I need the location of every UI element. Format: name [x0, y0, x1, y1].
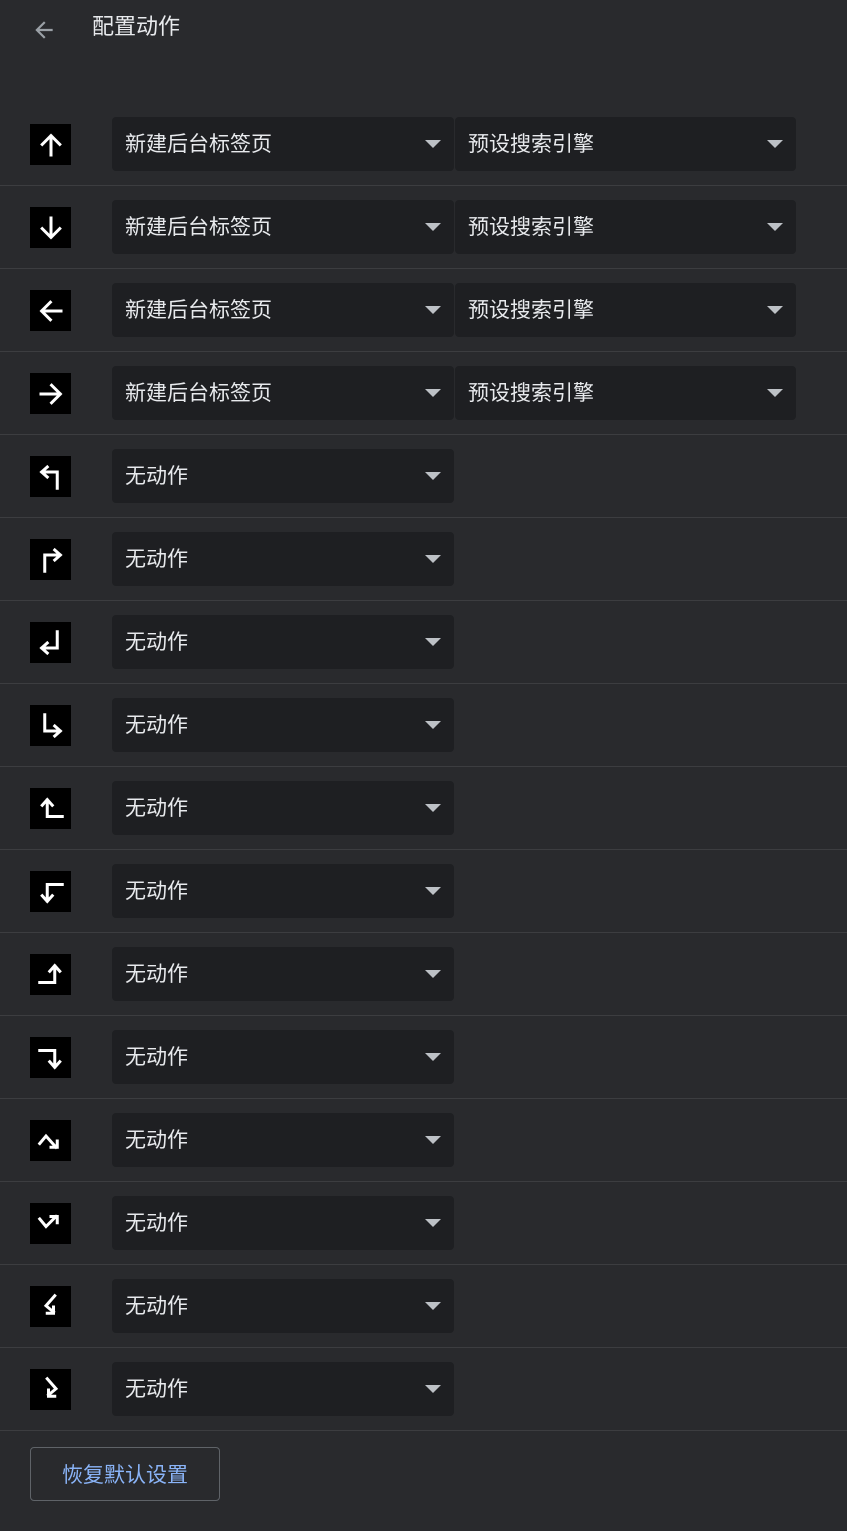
gesture-left-up-icon: [30, 788, 71, 829]
back-button[interactable]: [26, 12, 62, 48]
action-select-value: 无动作: [125, 1045, 188, 1069]
gesture-up-left-icon: [30, 456, 71, 497]
action-select-value: 无动作: [125, 630, 188, 654]
gesture-row: 无动作: [0, 767, 847, 850]
caret-down-icon: [425, 472, 441, 480]
gesture-right-up-icon: [30, 954, 71, 995]
action-select[interactable]: 新建后台标签页: [112, 200, 454, 254]
action-select-value: 无动作: [125, 1377, 188, 1401]
caret-down-icon: [767, 306, 783, 314]
action-select[interactable]: 无动作: [112, 1030, 454, 1084]
action-select[interactable]: 无动作: [112, 532, 454, 586]
page-title: 配置动作: [92, 15, 181, 40]
gesture-row: 无动作: [0, 1265, 847, 1348]
caret-down-icon: [425, 638, 441, 646]
action-select[interactable]: 新建后台标签页: [112, 366, 454, 420]
gesture-down-left-icon: [30, 622, 71, 663]
action-select-value: 新建后台标签页: [125, 132, 272, 156]
caret-down-icon: [425, 1219, 441, 1227]
caret-down-icon: [767, 223, 783, 231]
action-select-value: 无动作: [125, 1211, 188, 1235]
action-select-value: 无动作: [125, 1128, 188, 1152]
caret-down-icon: [425, 970, 441, 978]
caret-down-icon: [767, 389, 783, 397]
option-select[interactable]: 预设搜索引擎: [455, 366, 796, 420]
gesture-up-down-right-icon: [30, 1120, 71, 1161]
gesture-right-zigzag-icon: [30, 1369, 71, 1410]
option-select-value: 预设搜索引擎: [468, 132, 594, 156]
gesture-row: 无动作: [0, 1348, 847, 1431]
option-select-value: 预设搜索引擎: [468, 298, 594, 322]
action-select-value: 无动作: [125, 464, 188, 488]
gesture-row: 无动作: [0, 933, 847, 1016]
caret-down-icon: [767, 140, 783, 148]
option-select-value: 预设搜索引擎: [468, 215, 594, 239]
gesture-row: 新建后台标签页 预设搜索引擎: [0, 269, 847, 352]
gesture-row: 无动作: [0, 684, 847, 767]
gesture-down-icon: [30, 207, 71, 248]
caret-down-icon: [425, 140, 441, 148]
caret-down-icon: [425, 555, 441, 563]
action-select-value: 无动作: [125, 796, 188, 820]
gesture-row: 新建后台标签页 预设搜索引擎: [0, 352, 847, 435]
action-select[interactable]: 无动作: [112, 781, 454, 835]
gesture-up-icon: [30, 124, 71, 165]
gesture-row: 无动作: [0, 601, 847, 684]
action-select[interactable]: 无动作: [112, 1113, 454, 1167]
gesture-right-icon: [30, 373, 71, 414]
gesture-down-right-icon: [30, 705, 71, 746]
gesture-row: 无动作: [0, 435, 847, 518]
gesture-row: 无动作: [0, 1016, 847, 1099]
gesture-row: 新建后台标签页 预设搜索引擎: [0, 103, 847, 186]
gesture-row: 无动作: [0, 518, 847, 601]
gesture-left-zigzag-icon: [30, 1286, 71, 1327]
caret-down-icon: [425, 804, 441, 812]
caret-down-icon: [425, 1385, 441, 1393]
gesture-row: 无动作: [0, 1099, 847, 1182]
gesture-list: 新建后台标签页 预设搜索引擎 新建后台标签页 预设搜索引擎 新建后台标签页 预设…: [0, 103, 847, 1431]
caret-down-icon: [425, 223, 441, 231]
action-select-value: 无动作: [125, 1294, 188, 1318]
header: 配置动作: [0, 0, 847, 58]
action-select[interactable]: 无动作: [112, 698, 454, 752]
action-select-value: 新建后台标签页: [125, 298, 272, 322]
option-select[interactable]: 预设搜索引擎: [455, 283, 796, 337]
action-select[interactable]: 新建后台标签页: [112, 117, 454, 171]
gesture-right-down-icon: [30, 1037, 71, 1078]
gesture-down-up-right-icon: [30, 1203, 71, 1244]
gesture-left-icon: [30, 290, 71, 331]
action-select-value: 无动作: [125, 879, 188, 903]
caret-down-icon: [425, 389, 441, 397]
gesture-row: 无动作: [0, 1182, 847, 1265]
action-select[interactable]: 无动作: [112, 1279, 454, 1333]
gesture-row: 新建后台标签页 预设搜索引擎: [0, 186, 847, 269]
action-select[interactable]: 无动作: [112, 1196, 454, 1250]
arrow-left-icon: [35, 21, 53, 39]
caret-down-icon: [425, 1136, 441, 1144]
option-select-value: 预设搜索引擎: [468, 381, 594, 405]
option-select[interactable]: 预设搜索引擎: [455, 200, 796, 254]
action-select[interactable]: 无动作: [112, 1362, 454, 1416]
caret-down-icon: [425, 721, 441, 729]
action-select[interactable]: 新建后台标签页: [112, 283, 454, 337]
action-select-value: 新建后台标签页: [125, 215, 272, 239]
action-select[interactable]: 无动作: [112, 449, 454, 503]
action-select-value: 无动作: [125, 547, 188, 571]
gesture-row: 无动作: [0, 850, 847, 933]
action-select[interactable]: 无动作: [112, 615, 454, 669]
action-select-value: 无动作: [125, 713, 188, 737]
action-select[interactable]: 无动作: [112, 947, 454, 1001]
option-select[interactable]: 预设搜索引擎: [455, 117, 796, 171]
action-select-value: 无动作: [125, 962, 188, 986]
caret-down-icon: [425, 1053, 441, 1061]
caret-down-icon: [425, 1302, 441, 1310]
caret-down-icon: [425, 887, 441, 895]
gesture-left-down-icon: [30, 871, 71, 912]
gesture-up-right-icon: [30, 539, 71, 580]
action-select-value: 新建后台标签页: [125, 381, 272, 405]
caret-down-icon: [425, 306, 441, 314]
reset-defaults-button[interactable]: 恢复默认设置: [30, 1447, 220, 1501]
action-select[interactable]: 无动作: [112, 864, 454, 918]
